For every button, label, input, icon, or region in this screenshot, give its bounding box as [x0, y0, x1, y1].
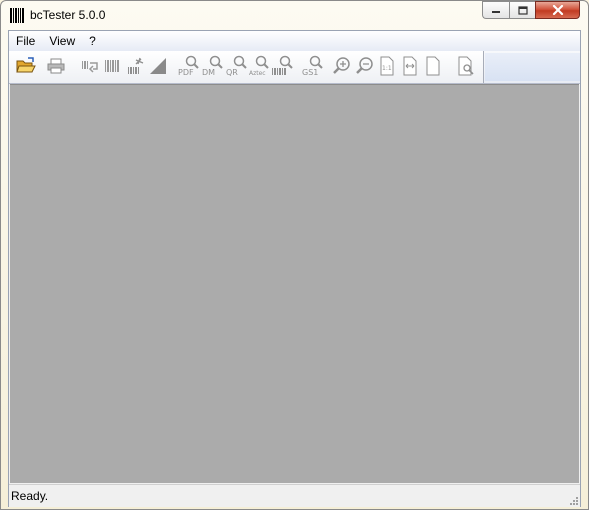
- minimize-button[interactable]: [482, 1, 509, 19]
- minimize-icon: [492, 11, 500, 13]
- status-bar: Ready.: [9, 484, 580, 507]
- document-workspace[interactable]: [10, 84, 579, 483]
- linear-search-icon: [272, 55, 293, 75]
- datamatrix-search-icon: DM: [202, 55, 223, 77]
- toolbar: PDF DM QR Aztec GS1 1:1: [9, 51, 580, 84]
- menu-file[interactable]: File: [9, 31, 42, 51]
- fit-page-icon: [426, 56, 440, 76]
- aztec-search-button[interactable]: Aztec: [249, 55, 271, 77]
- barcode-icon: [105, 60, 119, 72]
- scan-button[interactable]: [79, 55, 101, 77]
- gs1-label: GS1: [302, 68, 318, 77]
- barcode-scan-icon: [82, 61, 98, 73]
- fit-width-icon: [403, 56, 417, 76]
- close-icon: [552, 5, 563, 15]
- print-button[interactable]: [45, 55, 67, 77]
- barcode-decode-icon: [128, 57, 144, 74]
- open-button[interactable]: [15, 55, 37, 77]
- qr-search-button[interactable]: QR: [225, 55, 247, 77]
- actual-size-button[interactable]: 1:1: [376, 55, 398, 77]
- zoom-in-button[interactable]: [331, 55, 353, 77]
- triangle-icon: [150, 58, 166, 74]
- triangle-button[interactable]: [147, 55, 169, 77]
- close-button[interactable]: [535, 1, 580, 19]
- properties-button[interactable]: [455, 55, 477, 77]
- client-area: File View ? PDF DM QR Aztec GS1 1:1 Read…: [8, 30, 581, 507]
- print-icon: [47, 58, 65, 74]
- properties-icon: [458, 56, 474, 76]
- dm-label: DM: [202, 68, 215, 77]
- title-bar[interactable]: bcTester 5.0.0: [1, 1, 588, 30]
- menu-view[interactable]: View: [42, 31, 82, 51]
- barcode-button[interactable]: [101, 55, 123, 77]
- resize-grip-icon[interactable]: [568, 495, 578, 505]
- aztec-search-icon: Aztec: [249, 55, 269, 77]
- pdf417-search-button[interactable]: PDF: [177, 55, 199, 77]
- gs1-search-button[interactable]: GS1: [301, 55, 323, 77]
- pdf-label: PDF: [178, 68, 194, 77]
- window-title: bcTester 5.0.0: [30, 8, 106, 22]
- open-folder-icon: [16, 57, 36, 73]
- barcode-app-icon: [10, 8, 24, 23]
- zoom-in-icon: [333, 57, 350, 74]
- menu-help[interactable]: ?: [82, 31, 103, 51]
- datamatrix-search-button[interactable]: DM: [201, 55, 223, 77]
- gs1-search-icon: GS1: [302, 55, 323, 77]
- one-to-one-label: 1:1: [382, 65, 392, 72]
- zoom-out-button[interactable]: [354, 55, 376, 77]
- app-window: bcTester 5.0.0 File View ? PDF DM QR Azt…: [0, 0, 589, 510]
- qr-search-icon: QR: [226, 55, 247, 77]
- aztec-label: Aztec: [249, 70, 266, 77]
- maximize-icon: [517, 5, 528, 15]
- pdf417-search-icon: PDF: [178, 55, 199, 77]
- toolbar-empty-area: [485, 53, 580, 81]
- qr-label: QR: [226, 68, 238, 77]
- toolstrip: PDF DM QR Aztec GS1 1:1: [9, 51, 484, 83]
- zoom-out-icon: [356, 57, 373, 74]
- maximize-button[interactable]: [509, 1, 535, 19]
- decode-button[interactable]: [125, 55, 147, 77]
- status-text: Ready.: [11, 489, 49, 503]
- fit-width-button[interactable]: [399, 55, 421, 77]
- fit-page-button[interactable]: [422, 55, 444, 77]
- window-controls: [482, 1, 580, 21]
- actual-size-icon: 1:1: [380, 56, 394, 76]
- linear-search-button[interactable]: [271, 55, 293, 77]
- menu-bar: File View ?: [9, 31, 580, 52]
